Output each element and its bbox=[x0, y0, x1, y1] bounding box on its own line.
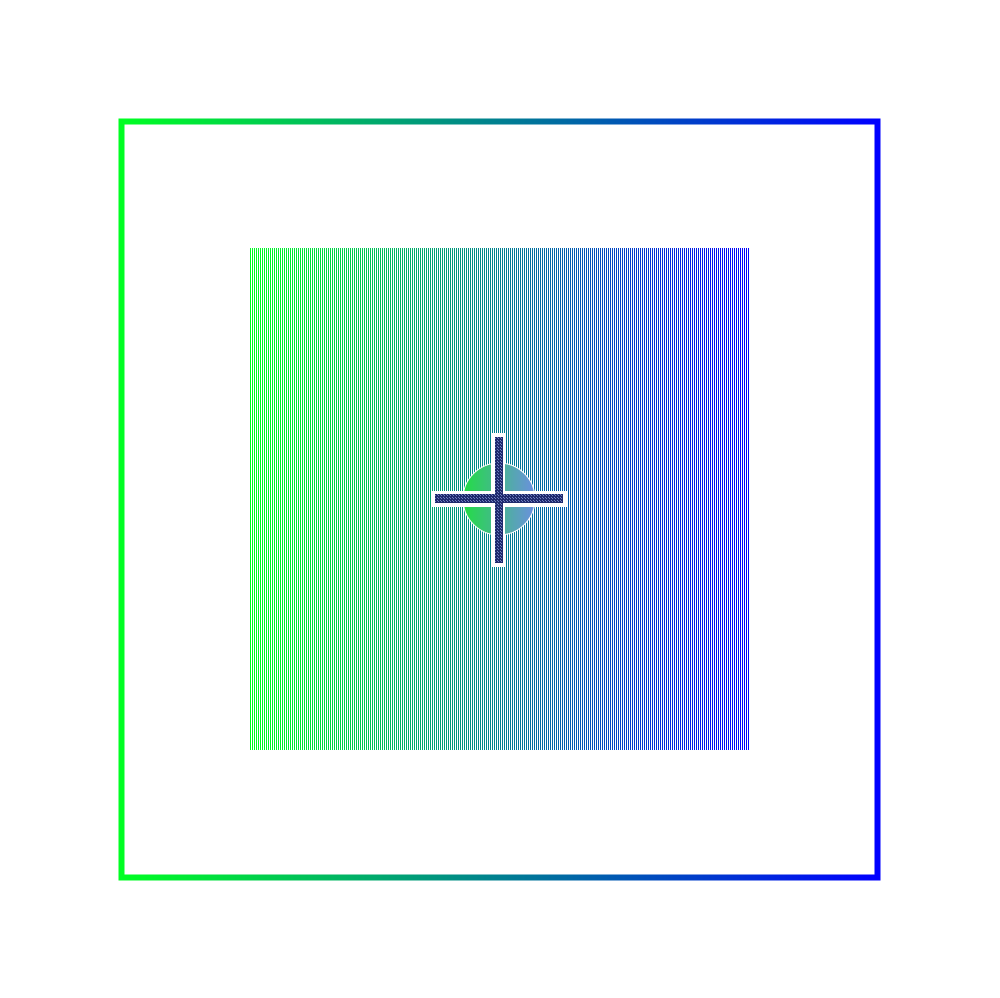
canvas bbox=[118, 118, 881, 881]
